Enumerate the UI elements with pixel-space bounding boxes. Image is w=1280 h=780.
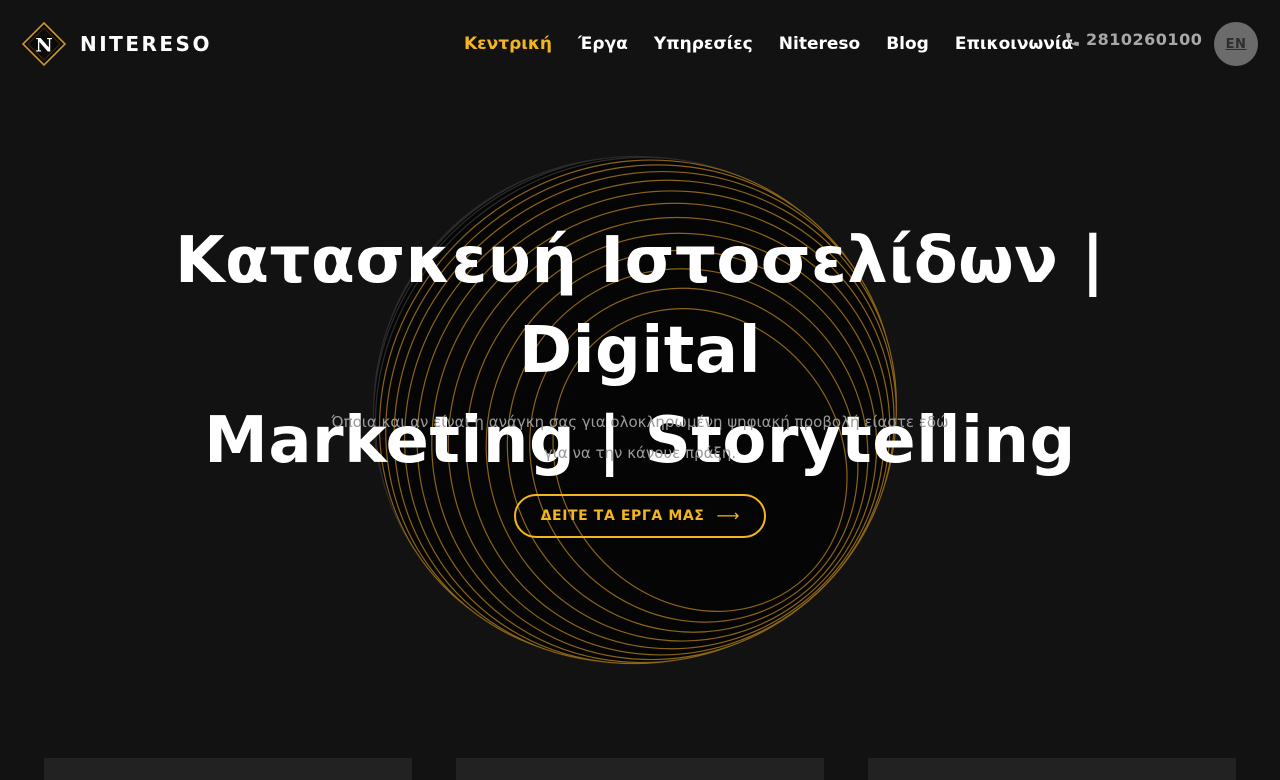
feature-card-3[interactable] <box>868 758 1236 780</box>
hero-subtitle: Όποια και αν είναι η ανάγκη σας για ολοκ… <box>331 413 949 462</box>
view-projects-label: ΔΕΙΤΕ ΤΑ ΕΡΓΑ ΜΑΣ <box>540 508 705 524</box>
main-nav: Κεντρική Έργα Υπηρεσίες Nitereso Blog Επ… <box>464 30 1073 58</box>
phone-number: 2810260100 <box>1086 30 1203 49</box>
logo-mark-letter: N <box>35 35 52 57</box>
logo-mark-icon: N <box>22 22 66 66</box>
site-header: N NITERESO Κεντρική Έργα Υπηρεσίες Niter… <box>0 0 1280 88</box>
arrow-right-icon: ⟶ <box>716 506 740 525</box>
logo-text: NITERESO <box>80 32 212 56</box>
nav-item-contact[interactable]: Επικοινωνία <box>955 30 1073 58</box>
nav-item-about[interactable]: Nitereso <box>779 30 860 58</box>
feature-card-1[interactable] <box>44 758 412 780</box>
view-projects-button[interactable]: ΔΕΙΤΕ ΤΑ ΕΡΓΑ ΜΑΣ ⟶ <box>514 494 766 538</box>
logo-link[interactable]: N NITERESO <box>22 22 212 66</box>
nav-item-blog[interactable]: Blog <box>886 30 929 58</box>
nav-item-services[interactable]: Υπηρεσίες <box>654 30 753 58</box>
feature-card-2[interactable] <box>456 758 824 780</box>
nav-item-projects[interactable]: Έργα <box>578 30 628 58</box>
phone-icon <box>1066 33 1079 46</box>
hero-title-line-1: Κατασκευή Ιστοσελίδων | Digital <box>174 224 1106 388</box>
page: N NITERESO Κεντρική Έργα Υπηρεσίες Niter… <box>0 0 1280 780</box>
phone-link[interactable]: 2810260100 <box>1064 30 1202 49</box>
nav-item-home[interactable]: Κεντρική <box>464 30 552 58</box>
language-switch-button[interactable]: EN <box>1214 22 1258 66</box>
